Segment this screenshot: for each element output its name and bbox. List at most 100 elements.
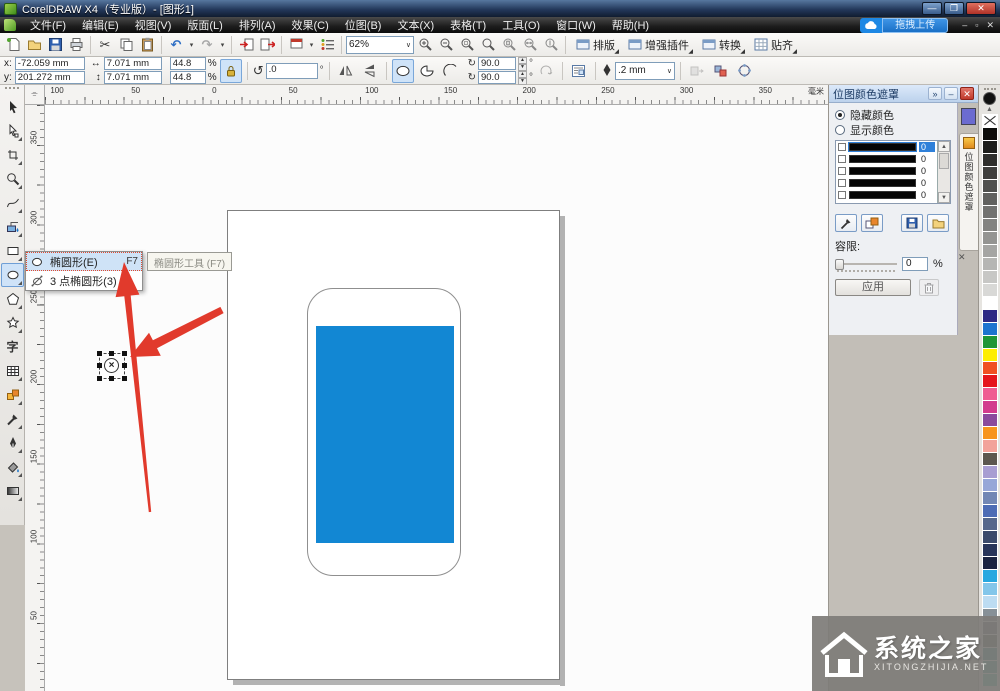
- ellipse-mode-button[interactable]: [391, 58, 414, 83]
- color-mask-row[interactable]: 0: [836, 153, 937, 165]
- menu-view[interactable]: 视图(V): [127, 16, 180, 34]
- ellipse-tool[interactable]: [1, 263, 24, 287]
- freehand-tool[interactable]: [1, 191, 24, 215]
- zoom-height-button[interactable]: [541, 35, 561, 55]
- ruler-origin[interactable]: ⌯: [25, 85, 45, 105]
- palette-color-swatch[interactable]: [981, 205, 998, 218]
- menu-tools[interactable]: 工具(O): [494, 16, 548, 34]
- selection-handle[interactable]: [97, 351, 102, 356]
- menu-layout[interactable]: 版面(L): [179, 16, 230, 34]
- palette-color-swatch[interactable]: [981, 387, 998, 400]
- outline-pen-tool[interactable]: [1, 431, 24, 455]
- open-mask-button[interactable]: [927, 214, 949, 232]
- palette-color-swatch[interactable]: [981, 530, 998, 543]
- selection-handle[interactable]: [109, 351, 114, 356]
- fill-tool[interactable]: [1, 455, 24, 479]
- color-mask-row[interactable]: 0: [836, 177, 937, 189]
- close-button[interactable]: ✕: [966, 2, 996, 15]
- zoom-width-button[interactable]: [520, 35, 540, 55]
- lock-ratio-button[interactable]: [219, 58, 242, 83]
- redo-dropdown[interactable]: ▾: [218, 41, 227, 49]
- arc-mode-button[interactable]: [440, 59, 462, 83]
- menu-text[interactable]: 文本(X): [389, 16, 442, 34]
- end-angle-field[interactable]: 90.0: [477, 71, 516, 84]
- polygon-tool[interactable]: [1, 287, 24, 311]
- tolerance-value-field[interactable]: 0: [902, 257, 928, 271]
- palette-flyout-button[interactable]: [983, 92, 996, 105]
- palette-color-swatch[interactable]: [981, 452, 998, 465]
- palette-color-swatch[interactable]: [981, 556, 998, 569]
- palette-color-swatch[interactable]: [981, 231, 998, 244]
- zoom-tool[interactable]: [1, 167, 24, 191]
- outline-width-combo[interactable]: .2 mm ∨: [614, 61, 675, 80]
- convert-to-curves-button[interactable]: [710, 59, 732, 83]
- zoom-out-button[interactable]: [436, 35, 456, 55]
- hide-colors-radio[interactable]: 隐藏颜色: [835, 107, 951, 122]
- palette-color-swatch[interactable]: [981, 348, 998, 361]
- palette-color-swatch[interactable]: [981, 374, 998, 387]
- color-docker-tab[interactable]: [961, 108, 976, 125]
- toolbox-grip[interactable]: [5, 87, 19, 93]
- mask-color-swatch[interactable]: [849, 179, 916, 187]
- scale-x-field[interactable]: 44.8: [169, 57, 206, 70]
- document-page[interactable]: [227, 210, 560, 680]
- selection-handle[interactable]: [97, 363, 102, 368]
- tolerance-slider[interactable]: [835, 258, 897, 272]
- slider-thumb[interactable]: [835, 259, 844, 270]
- color-mask-row[interactable]: 0: [836, 141, 937, 153]
- undo-dropdown[interactable]: ▾: [187, 41, 196, 49]
- rectangle-tool[interactable]: [1, 239, 24, 263]
- text-wrap-button[interactable]: [568, 59, 590, 83]
- convert-toolbar-button[interactable]: 转换 ◢: [696, 35, 747, 55]
- scroll-down-icon[interactable]: ▼: [938, 192, 950, 203]
- save-mask-button[interactable]: [901, 214, 923, 232]
- edit-color-button[interactable]: [861, 214, 883, 232]
- mask-row-checkbox[interactable]: [838, 167, 846, 175]
- basic-shapes-tool[interactable]: [1, 311, 24, 335]
- menu-window[interactable]: 窗口(W): [548, 16, 604, 34]
- palette-color-swatch[interactable]: [981, 504, 998, 517]
- palette-color-swatch[interactable]: [981, 361, 998, 374]
- copy-properties-button[interactable]: [686, 59, 708, 83]
- palette-color-swatch[interactable]: [981, 517, 998, 530]
- start-angle-field[interactable]: 90.0: [477, 57, 516, 70]
- selection-handle[interactable]: [109, 376, 114, 381]
- mask-color-swatch[interactable]: [849, 191, 916, 199]
- phone-screen[interactable]: [316, 326, 454, 543]
- doc-close-button[interactable]: ✕: [982, 20, 998, 31]
- palette-color-swatch[interactable]: [981, 192, 998, 205]
- scroll-up-icon[interactable]: ▲: [938, 141, 950, 152]
- palette-color-swatch[interactable]: [981, 218, 998, 231]
- selection-handle[interactable]: [122, 363, 127, 368]
- selection-handle[interactable]: [122, 351, 127, 356]
- palette-color-swatch[interactable]: [981, 140, 998, 153]
- palette-color-swatch[interactable]: [981, 322, 998, 335]
- end-angle-spinner[interactable]: ▲ ▼: [517, 70, 527, 85]
- color-mask-row[interactable]: 0: [836, 165, 937, 177]
- flyout-item-3point-ellipse[interactable]: 3 点椭圆形(3): [26, 271, 142, 290]
- start-angle-spinner[interactable]: ▲ ▼: [517, 56, 527, 71]
- interactive-fill-tool[interactable]: [1, 479, 24, 503]
- palette-scroll-up[interactable]: ▲: [986, 106, 993, 114]
- options-button[interactable]: [317, 35, 337, 55]
- save-button[interactable]: [45, 35, 65, 55]
- pick-tool[interactable]: [1, 95, 24, 119]
- pie-mode-button[interactable]: [416, 59, 438, 83]
- selection-handle[interactable]: [122, 376, 127, 381]
- palette-color-swatch[interactable]: [981, 335, 998, 348]
- palette-color-swatch[interactable]: [981, 465, 998, 478]
- import-button[interactable]: [236, 35, 256, 55]
- palette-color-swatch[interactable]: [981, 309, 998, 322]
- object-y-field[interactable]: 201.272 mm: [14, 71, 85, 84]
- text-tool[interactable]: 字: [1, 335, 24, 359]
- object-x-field[interactable]: -72.059 mm: [14, 57, 85, 70]
- bitmap-color-mask-tab[interactable]: 位图颜色遮罩: [959, 133, 978, 251]
- eyedropper-tool[interactable]: [1, 407, 24, 431]
- application-launcher-button[interactable]: [286, 35, 306, 55]
- smart-fill-tool[interactable]: [1, 215, 24, 239]
- docker-minimize-button[interactable]: –: [944, 87, 958, 100]
- palette-color-swatch[interactable]: [981, 582, 998, 595]
- arc-direction-button[interactable]: [535, 59, 557, 83]
- vertical-ruler[interactable]: 350 300 250 200 150 100 50 0: [25, 105, 45, 691]
- zoom-page-button[interactable]: [499, 35, 519, 55]
